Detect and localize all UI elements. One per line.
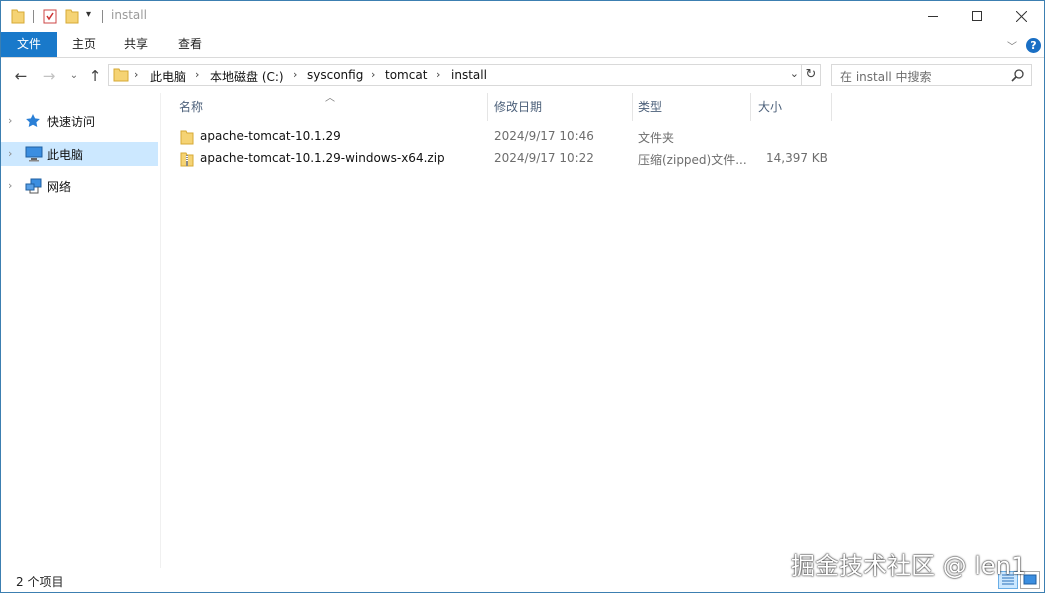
folder-icon	[180, 129, 194, 148]
file-type: 文件夹	[638, 131, 675, 145]
computer-icon	[25, 146, 43, 165]
star-icon	[25, 113, 41, 132]
close-icon	[1016, 10, 1027, 22]
network-icon	[25, 178, 43, 197]
navigation-bar: ← → ⌄ ↑ › 此电脑 › 本地磁盘 (C:) › sysconfig › …	[1, 58, 1044, 93]
breadcrumb-local-disk[interactable]: 本地磁盘 (C:)	[210, 68, 284, 85]
breadcrumb-tomcat[interactable]: tomcat	[385, 68, 427, 82]
table-row[interactable]: apache-tomcat-10.1.29-windows-x64.zip 20…	[174, 148, 834, 170]
navpane-item-quick-access[interactable]: › 快速访问	[1, 109, 158, 133]
breadcrumb-chevron-icon[interactable]: ›	[134, 68, 138, 81]
file-modified: 2024/9/17 10:22	[494, 151, 594, 165]
navpane-label: 快速访问	[47, 115, 96, 129]
properties-icon[interactable]	[43, 8, 57, 27]
folder-icon	[11, 8, 25, 27]
navpane-label: 网络	[47, 180, 72, 194]
column-header-name[interactable]: 名称	[173, 93, 487, 121]
search-icon	[1011, 68, 1025, 85]
file-list: ︿ 名称 修改日期 类型 大小 apache-tomcat-10.1.29 20…	[162, 93, 1044, 568]
column-header-type[interactable]: 类型	[632, 93, 750, 121]
tab-share[interactable]: 共享	[113, 32, 159, 57]
file-modified: 2024/9/17 10:46	[494, 129, 594, 143]
breadcrumb-chevron-icon[interactable]: ›	[436, 68, 440, 81]
breadcrumb-sysconfig[interactable]: sysconfig	[307, 68, 363, 82]
file-type: 压缩(zipped)文件...	[638, 153, 747, 167]
breadcrumb-chevron-icon[interactable]: ›	[195, 68, 199, 81]
tab-view[interactable]: 查看	[167, 32, 213, 57]
navpane-item-this-pc[interactable]: › 此电脑	[1, 142, 158, 166]
maximize-icon	[971, 11, 982, 21]
breadcrumb-chevron-icon[interactable]: ›	[371, 68, 375, 81]
minimize-button[interactable]	[910, 1, 955, 31]
maximize-button[interactable]	[954, 1, 999, 31]
navpane-label: 此电脑	[47, 148, 84, 162]
navpane-item-network[interactable]: › 网络	[1, 174, 158, 198]
new-folder-icon[interactable]	[65, 8, 79, 27]
refresh-button[interactable]: ↻	[802, 64, 821, 86]
tab-home[interactable]: 主页	[61, 32, 107, 57]
search-input[interactable]: 在 install 中搜索	[831, 64, 1032, 86]
column-header-size[interactable]: 大小	[752, 93, 832, 121]
breadcrumb-this-pc[interactable]: 此电脑	[150, 68, 186, 85]
forward-button[interactable]: →	[40, 67, 58, 85]
navigation-pane: › 快速访问 › 此电脑 › 网络	[1, 93, 161, 568]
address-bar[interactable]: › 此电脑 › 本地磁盘 (C:) › sysconfig › tomcat ›…	[108, 64, 802, 86]
watermark: 掘金技术社区 @ len1	[791, 552, 1027, 580]
refresh-icon: ↻	[805, 67, 817, 82]
close-button[interactable]	[999, 1, 1044, 31]
up-button[interactable]: ↑	[86, 67, 104, 85]
breadcrumb-chevron-icon[interactable]: ›	[293, 68, 297, 81]
table-row[interactable]: apache-tomcat-10.1.29 2024/9/17 10:46 文件…	[174, 126, 834, 148]
folder-icon	[113, 68, 129, 85]
search-placeholder: 在 install 中搜索	[840, 70, 932, 84]
tab-file[interactable]: 文件	[1, 32, 57, 57]
explorer-window: ▾ install 文件 主页 共享 查看 ﹀ ? ← → ⌄ ↑ › 此电脑 …	[0, 0, 1045, 593]
file-name: apache-tomcat-10.1.29-windows-x64.zip	[200, 151, 445, 165]
expand-ribbon-icon[interactable]: ﹀	[1007, 38, 1017, 53]
customize-quick-access-icon[interactable]: ▾	[86, 9, 91, 20]
expand-chevron-icon[interactable]: ›	[8, 114, 12, 127]
expand-chevron-icon[interactable]: ›	[8, 147, 12, 160]
file-name: apache-tomcat-10.1.29	[200, 129, 341, 143]
ribbon-tabs: 文件 主页 共享 查看 ﹀ ?	[1, 32, 1044, 58]
file-size: 14,397 KB	[766, 151, 828, 165]
item-count: 2 个项目	[16, 575, 64, 589]
expand-chevron-icon[interactable]: ›	[8, 179, 12, 192]
window-title: install	[111, 8, 147, 22]
minimize-icon	[927, 15, 938, 17]
breadcrumb-install[interactable]: install	[451, 68, 487, 82]
zip-folder-icon	[180, 151, 194, 170]
column-header-modified[interactable]: 修改日期	[488, 93, 632, 121]
help-button[interactable]: ?	[1026, 38, 1041, 53]
title-bar: ▾ install	[1, 1, 1044, 32]
back-button[interactable]: ←	[12, 67, 30, 85]
address-dropdown-icon[interactable]: ⌄	[790, 67, 799, 80]
recent-locations-icon[interactable]: ⌄	[65, 67, 83, 85]
